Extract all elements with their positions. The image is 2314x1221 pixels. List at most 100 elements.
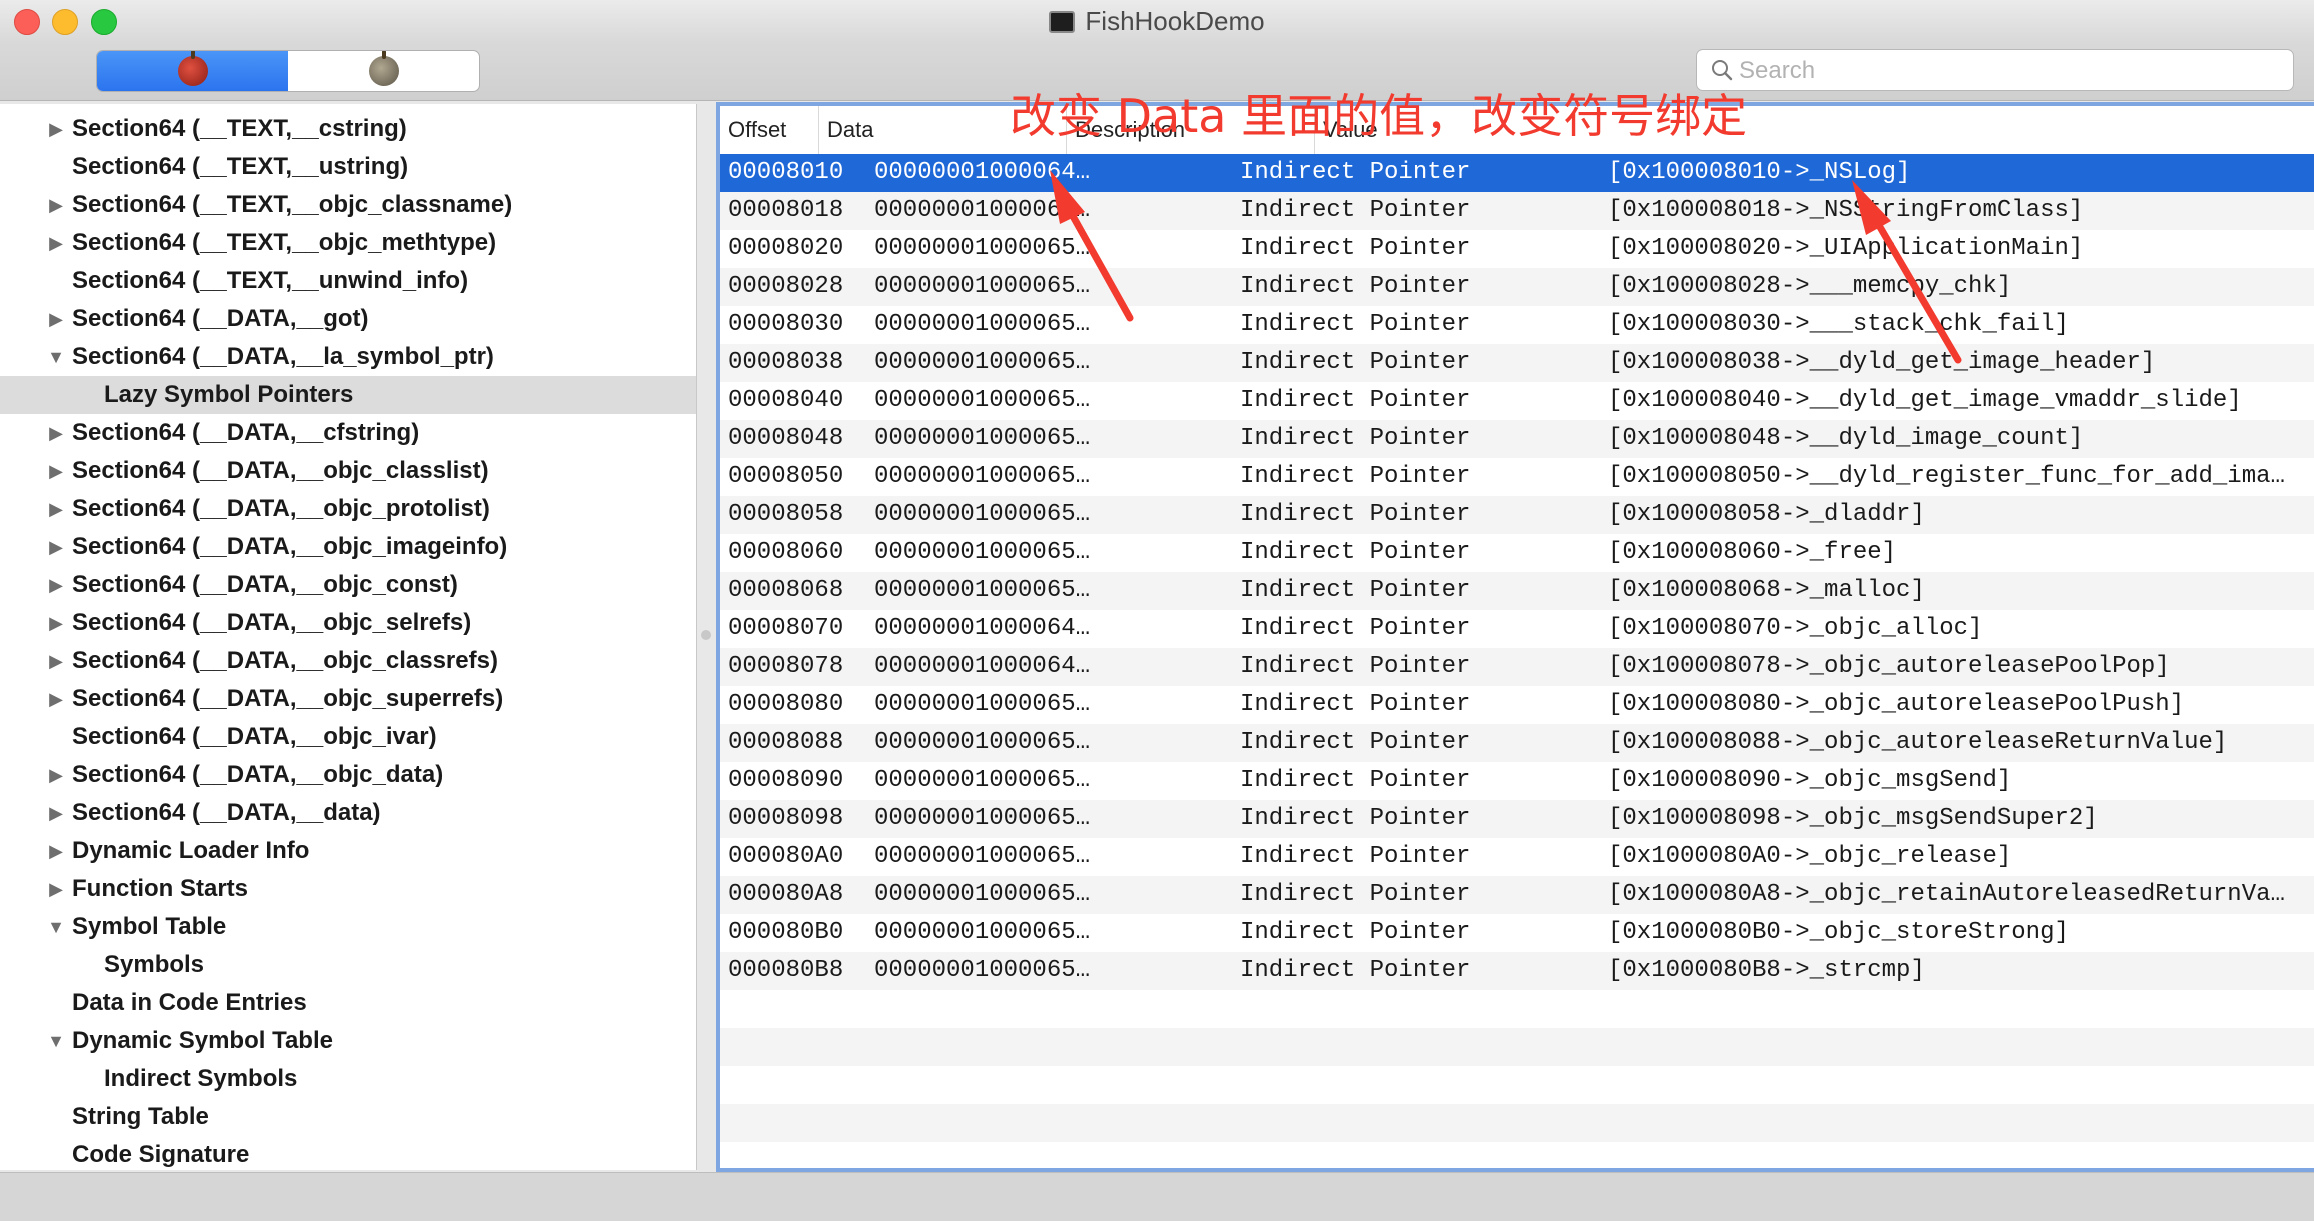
table-row[interactable]: 00008080 0000000100006504 Indirect Pointer… bbox=[720, 686, 2314, 724]
description-cell: Indirect Pointer bbox=[1240, 235, 1471, 262]
disclosure-collapsed-icon[interactable]: ▶ bbox=[46, 680, 66, 718]
disclosure-expanded-icon[interactable]: ▼ bbox=[46, 908, 66, 946]
disclosure-collapsed-icon[interactable]: ▶ bbox=[46, 642, 66, 680]
sidebar-item[interactable]: Code Signature bbox=[0, 1136, 696, 1170]
table-row[interactable]: 00008030 0000000100006564 Indirect Pointer… bbox=[720, 306, 2314, 344]
value-cell: [0x100008080->_objc_autoreleasePoolPush] bbox=[1608, 691, 2185, 718]
search-input[interactable] bbox=[1737, 54, 2281, 88]
sidebar-item[interactable]: ▶ Function Starts bbox=[0, 870, 696, 908]
disclosure-collapsed-icon[interactable]: ▶ bbox=[46, 452, 66, 490]
sidebar-item[interactable]: ▼ Section64 (__DATA,__la_symbol_ptr) bbox=[0, 338, 696, 376]
table-row[interactable]: 00008098 0000000100006528 Indirect Pointer… bbox=[720, 800, 2314, 838]
table-row[interactable]: 00008078 00000001000064F8 Indirect Pointer… bbox=[720, 648, 2314, 686]
disclosure-collapsed-icon[interactable]: ▶ bbox=[46, 186, 66, 224]
sidebar-item[interactable]: String Table bbox=[0, 1098, 696, 1136]
disclosure-collapsed-icon[interactable]: ▶ bbox=[46, 604, 66, 642]
disclosure-expanded-icon[interactable]: ▼ bbox=[46, 338, 66, 376]
disclosure-collapsed-icon[interactable]: ▶ bbox=[46, 870, 66, 908]
sidebar-item[interactable]: ▶ Section64 (__TEXT,__cstring) bbox=[0, 110, 696, 148]
sidebar-item[interactable]: ▶ Section64 (__DATA,__objc_classrefs) bbox=[0, 642, 696, 680]
table-row[interactable]: 00008088 0000000100006510 Indirect Pointer… bbox=[720, 724, 2314, 762]
column-header-offset[interactable]: Offset bbox=[720, 106, 818, 154]
description-cell: Indirect Pointer bbox=[1240, 729, 1471, 756]
sidebar-item[interactable]: ▶ Section64 (__DATA,__got) bbox=[0, 300, 696, 338]
offset-cell: 00008058 bbox=[728, 501, 844, 528]
disclosure-expanded-icon[interactable]: ▼ bbox=[46, 1022, 66, 1060]
sidebar-item[interactable]: ▶ Section64 (__DATA,__cfstring) bbox=[0, 414, 696, 452]
data-cell: 00000001000064F8 bbox=[874, 653, 1104, 680]
disclosure-collapsed-icon[interactable]: ▶ bbox=[46, 566, 66, 604]
data-cell: 0000000100006594 bbox=[874, 463, 1104, 490]
sidebar-item[interactable]: Indirect Symbols bbox=[0, 1060, 696, 1098]
disclosure-collapsed-icon[interactable]: ▶ bbox=[46, 528, 66, 566]
sidebar-item[interactable]: Section64 (__DATA,__objc_ivar) bbox=[0, 718, 696, 756]
sidebar-item[interactable]: ▶ Dynamic Loader Info bbox=[0, 832, 696, 870]
sidebar-item-label: Data in Code Entries bbox=[72, 989, 307, 1016]
value-cell: [0x100008030->___stack_chk_fail] bbox=[1608, 311, 2069, 338]
sidebar-item[interactable]: ▶ Section64 (__DATA,__objc_imageinfo) bbox=[0, 528, 696, 566]
sidebar-item[interactable]: ▶ Section64 (__TEXT,__objc_methtype) bbox=[0, 224, 696, 262]
table-row[interactable]: 00008010 00000001000064D4 Indirect Pointer… bbox=[720, 154, 2314, 192]
offset-cell: 00008068 bbox=[728, 577, 844, 604]
table-row[interactable]: 00008070 00000001000064EC Indirect Pointer… bbox=[720, 610, 2314, 648]
sidebar-item[interactable]: ▶ Section64 (__DATA,__objc_selrefs) bbox=[0, 604, 696, 642]
table-row[interactable]: 00008018 00000001000064E0 Indirect Pointer… bbox=[720, 192, 2314, 230]
disclosure-collapsed-icon[interactable]: ▶ bbox=[46, 832, 66, 870]
data-cell: 000000010000657C bbox=[874, 387, 1104, 414]
disclosure-collapsed-icon[interactable]: ▶ bbox=[46, 794, 66, 832]
sidebar-item[interactable]: ▶ Section64 (__DATA,__objc_superrefs) bbox=[0, 680, 696, 718]
sidebar-item[interactable]: ▶ Section64 (__TEXT,__objc_classname) bbox=[0, 186, 696, 224]
table-row[interactable]: 00008028 0000000100006558 Indirect Pointer… bbox=[720, 268, 2314, 306]
sidebar-item[interactable]: ▶ Section64 (__DATA,__data) bbox=[0, 794, 696, 832]
sidebar-item[interactable]: ▶ Section64 (__DATA,__objc_protolist) bbox=[0, 490, 696, 528]
table-row[interactable]: 00008060 00000001000065AC Indirect Pointer… bbox=[720, 534, 2314, 572]
disclosure-collapsed-icon[interactable]: ▶ bbox=[46, 110, 66, 148]
table-row[interactable]: 00008058 00000001000065A0 Indirect Pointer… bbox=[720, 496, 2314, 534]
disclosure-collapsed-icon[interactable]: ▶ bbox=[46, 490, 66, 528]
sidebar-outline[interactable]: ▶ Section64 (__TEXT,__cstring) Section64 (… bbox=[0, 104, 697, 1170]
offset-cell: 00008030 bbox=[728, 311, 844, 338]
value-cell: [0x100008010->_NSLog] bbox=[1608, 159, 1911, 186]
table-row[interactable]: 00008090 000000010000651C Indirect Pointer… bbox=[720, 762, 2314, 800]
description-cell: Indirect Pointer bbox=[1240, 691, 1471, 718]
view-mode-segmented-control bbox=[96, 50, 480, 92]
table-row[interactable]: 000080B8 00000001000065C4 Indirect Pointer… bbox=[720, 952, 2314, 990]
sidebar-item[interactable]: ▼ Symbol Table bbox=[0, 908, 696, 946]
sidebar-item-label: Section64 (__DATA,__la_symbol_ptr) bbox=[72, 343, 494, 370]
table-row[interactable]: 000080A0 0000000100006534 Indirect Pointer… bbox=[720, 838, 2314, 876]
disclosure-collapsed-icon[interactable]: ▶ bbox=[46, 300, 66, 338]
table-row[interactable]: 00008068 00000001000065B8 Indirect Pointer… bbox=[720, 572, 2314, 610]
sidebar-item[interactable]: Data in Code Entries bbox=[0, 984, 696, 1022]
data-cell: 00000001000065B8 bbox=[874, 577, 1104, 604]
table-row[interactable]: 00008020 00000001000065D0 Indirect Pointer… bbox=[720, 230, 2314, 268]
data-cell: 0000000100006510 bbox=[874, 729, 1104, 756]
sidebar-item[interactable]: ▶ Section64 (__DATA,__objc_const) bbox=[0, 566, 696, 604]
table-row[interactable]: 00008048 0000000100006588 Indirect Pointer… bbox=[720, 420, 2314, 458]
sidebar-item[interactable]: Section64 (__TEXT,__unwind_info) bbox=[0, 262, 696, 300]
disclosure-collapsed-icon[interactable]: ▶ bbox=[46, 756, 66, 794]
sidebar-item[interactable]: ▶ Section64 (__DATA,__objc_classlist) bbox=[0, 452, 696, 490]
view-mode-segment-2[interactable] bbox=[288, 51, 479, 91]
value-cell: [0x100008098->_objc_msgSendSuper2] bbox=[1608, 805, 2098, 832]
sidebar-item[interactable]: ▼ Dynamic Symbol Table bbox=[0, 1022, 696, 1060]
sidebar-item-label: Section64 (__DATA,__objc_protolist) bbox=[72, 495, 490, 522]
disclosure-collapsed-icon[interactable]: ▶ bbox=[46, 224, 66, 262]
sidebar-item[interactable]: Lazy Symbol Pointers bbox=[0, 376, 696, 414]
lazy-symbol-pointers-table[interactable]: Offset Data Description Value 00008010 00… bbox=[716, 102, 2314, 1172]
view-mode-segment-1[interactable] bbox=[97, 51, 288, 91]
search-field[interactable] bbox=[1696, 49, 2294, 91]
sidebar-item[interactable]: ▶ Section64 (__DATA,__objc_data) bbox=[0, 756, 696, 794]
table-row[interactable]: 00008038 0000000100006570 Indirect Pointer… bbox=[720, 344, 2314, 382]
table-row[interactable]: 00008050 0000000100006594 Indirect Pointer… bbox=[720, 458, 2314, 496]
sidebar-item-label: Section64 (__TEXT,__objc_methtype) bbox=[72, 229, 497, 256]
offset-cell: 00008050 bbox=[728, 463, 844, 490]
split-view-divider-handle[interactable] bbox=[701, 630, 711, 640]
sidebar-item[interactable]: Section64 (__TEXT,__ustring) bbox=[0, 148, 696, 186]
table-row[interactable]: 00008040 000000010000657C Indirect Pointer… bbox=[720, 382, 2314, 420]
sidebar-item[interactable]: Symbols bbox=[0, 946, 696, 984]
disclosure-collapsed-icon[interactable]: ▶ bbox=[46, 414, 66, 452]
table-row[interactable]: 000080A8 0000000100006540 Indirect Pointer… bbox=[720, 876, 2314, 914]
table-row[interactable]: 000080B0 000000010000654C Indirect Pointer… bbox=[720, 914, 2314, 952]
sidebar-item-label: Section64 (__DATA,__objc_selrefs) bbox=[72, 609, 472, 636]
sidebar-item-label: Section64 (__DATA,__objc_data) bbox=[72, 761, 444, 788]
